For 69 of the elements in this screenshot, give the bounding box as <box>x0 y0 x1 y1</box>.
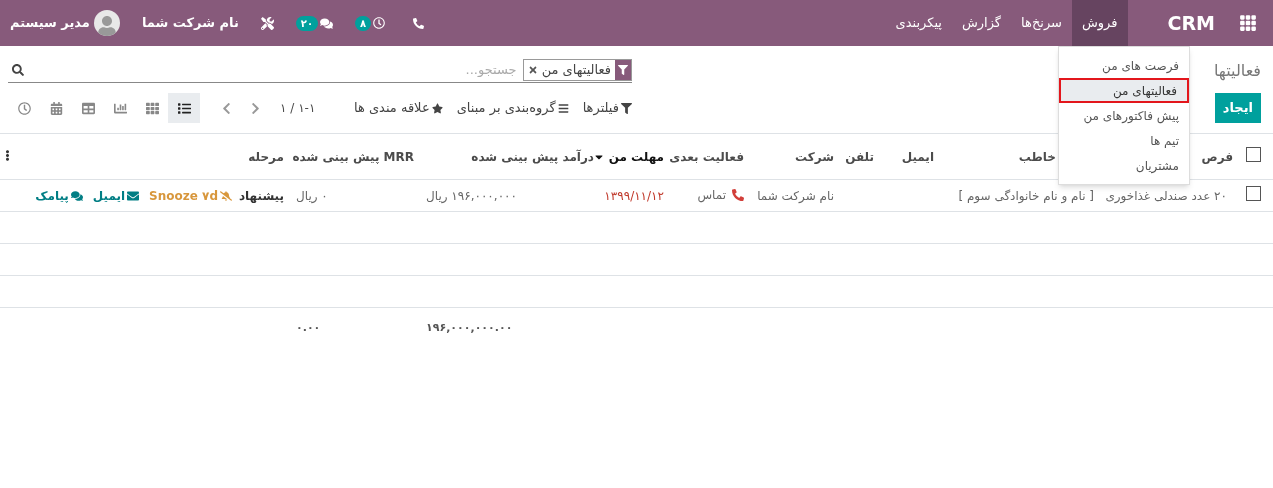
lines-icon <box>557 102 569 114</box>
company-switcher[interactable]: نام شرکت شما <box>141 13 239 33</box>
dropdown-item[interactable]: پیش فاکتورهای من <box>1059 103 1189 128</box>
table-cell: ۱۹۶,۰۰۰,۰۰۰ ریال <box>426 188 517 203</box>
calendar-view-icon <box>49 101 63 115</box>
search-input[interactable]: جستجو... <box>30 60 517 80</box>
menu-item[interactable]: گزارش <box>951 0 1012 46</box>
view-switch-button[interactable] <box>168 93 200 123</box>
app-name: CRM <box>1167 10 1215 36</box>
close-icon[interactable] <box>527 65 538 75</box>
search-field[interactable]: فعالیتهای من جستجو... <box>8 58 632 83</box>
chat-icon <box>70 189 83 202</box>
user-menu[interactable]: مدیر سیستم <box>10 10 120 36</box>
bell-slash-icon <box>220 189 232 202</box>
tools-icon[interactable] <box>260 16 274 30</box>
menu-item[interactable]: سرنخ‌ها <box>1011 0 1072 46</box>
total-value: ۱۹۶,۰۰۰,۰۰۰.۰۰ <box>426 320 513 334</box>
clock-icon <box>17 101 31 115</box>
pager-value[interactable]: ۱-۱ / ۱ <box>280 99 316 117</box>
column-header[interactable]: فرص <box>1201 147 1233 166</box>
apps-menu-icon[interactable] <box>1239 14 1257 32</box>
stage-cell: پیشنهاد <box>238 188 284 203</box>
search-icon[interactable] <box>12 64 24 76</box>
list-view-icon <box>177 101 191 115</box>
table-cell: ۱۳۹۹/۱۱/۱۲ <box>604 188 664 203</box>
table-cell: نام شرکت شما <box>757 188 834 203</box>
activity-action-button[interactable]: پیامک <box>35 186 83 205</box>
phone-icon <box>732 188 744 201</box>
column-header[interactable]: MRR پیش بینی شده <box>292 147 414 166</box>
next-activity[interactable]: تماس <box>697 185 744 204</box>
dropdown-item[interactable]: فعالیتهای من <box>1059 78 1189 103</box>
activity-action-button[interactable]: ایمیل <box>92 186 140 205</box>
clock-icon <box>373 17 386 29</box>
filter-icon <box>615 60 631 80</box>
kanban-view-icon <box>145 101 159 115</box>
column-header[interactable]: درآمد پیش بینی شده <box>471 147 594 166</box>
total-value: ۰.۰۰ <box>296 320 321 334</box>
column-header[interactable]: فعالیت بعدی <box>669 147 744 166</box>
checkbox[interactable] <box>1245 185 1261 201</box>
column-header[interactable]: شرکت <box>795 147 834 166</box>
star-icon <box>431 102 443 114</box>
column-header[interactable]: تلفن <box>845 147 874 166</box>
column-header[interactable]: خاطب <box>1018 147 1056 166</box>
dropdown-item[interactable]: مشتریان <box>1059 153 1189 178</box>
filter-menu-button[interactable]: فیلترها <box>582 98 632 118</box>
column-header[interactable]: ایمیل <box>901 147 934 166</box>
envelope-icon <box>127 189 140 202</box>
filter-icon <box>621 102 632 114</box>
dropdown-item[interactable]: فرصت های من <box>1059 53 1189 78</box>
table-cell: ۲۰ عدد صندلی غذاخوری <box>1105 188 1227 203</box>
dropdown-item[interactable]: تیم ها <box>1059 128 1189 153</box>
filter-menu-button[interactable]: گروه‌بندی بر مبنای <box>456 98 569 118</box>
pivot-view-icon <box>81 101 95 115</box>
filter-menu-button[interactable]: علاقه مندی ها <box>353 98 443 118</box>
avatar <box>93 10 120 36</box>
breadcrumb: فعالیتها <box>1213 59 1261 83</box>
checkbox[interactable] <box>1245 146 1261 162</box>
chat-icon <box>320 16 333 30</box>
column-header[interactable]: مهلت من <box>592 147 664 166</box>
next-button[interactable] <box>249 101 262 115</box>
menu-item[interactable]: پیکربندی <box>885 0 952 46</box>
menu-item[interactable]: فروش <box>1071 0 1128 46</box>
table-cell: ۰ ریال <box>296 188 328 203</box>
table-cell: [ نام و نام خانوادگی سوم ] <box>958 188 1094 203</box>
previous-button[interactable] <box>220 101 233 115</box>
search-facet[interactable]: فعالیتهای من <box>522 59 632 81</box>
phone-icon[interactable] <box>413 17 425 29</box>
graph-view-icon <box>113 101 127 115</box>
column-header[interactable]: مرحله <box>248 147 284 166</box>
